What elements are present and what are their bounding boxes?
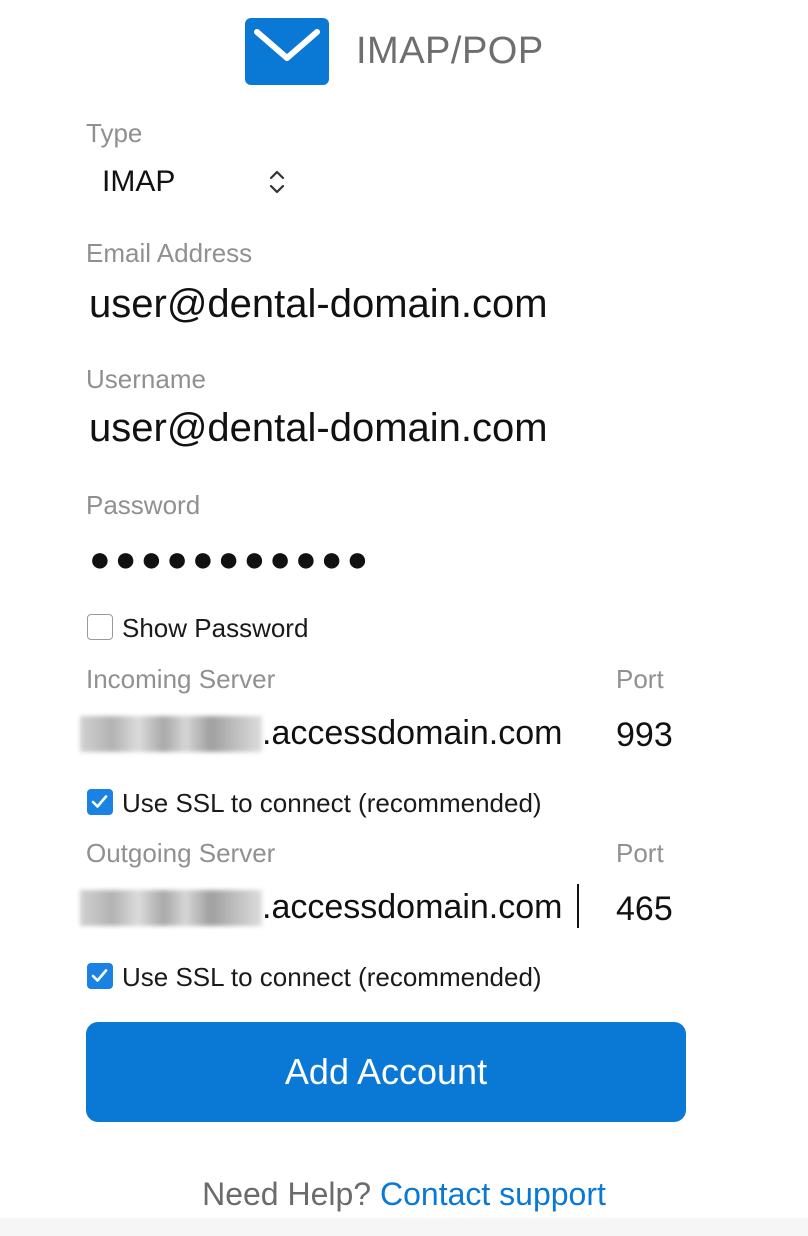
outgoing-ssl-label[interactable]: Use SSL to connect (recommended) bbox=[122, 962, 542, 993]
type-select-value: IMAP bbox=[102, 165, 176, 198]
email-field[interactable]: user@dental-domain.com bbox=[89, 282, 548, 327]
incoming-ssl-checkbox[interactable] bbox=[87, 789, 113, 815]
type-label: Type bbox=[86, 118, 143, 148]
show-password-checkbox[interactable] bbox=[87, 614, 113, 640]
email-label: Email Address bbox=[86, 238, 253, 268]
up-down-chevron-icon bbox=[268, 168, 286, 201]
outgoing-port-field[interactable]: 465 bbox=[616, 890, 673, 929]
help-prefix: Need Help? bbox=[202, 1176, 372, 1212]
help-footer: Need Help? Contact support bbox=[0, 1176, 808, 1213]
incoming-server-field[interactable]: .accessdomain.com bbox=[262, 714, 562, 753]
username-label: Username bbox=[86, 364, 206, 394]
incoming-server-label: Incoming Server bbox=[86, 664, 276, 694]
outgoing-ssl-checkbox[interactable] bbox=[87, 963, 113, 989]
redacted-server-prefix bbox=[80, 716, 262, 752]
incoming-port-field[interactable]: 993 bbox=[616, 716, 673, 755]
outgoing-server-label: Outgoing Server bbox=[86, 838, 276, 868]
password-field[interactable]: ●●●●●●●●●●● bbox=[89, 538, 372, 580]
page-title: IMAP/POP bbox=[356, 30, 544, 72]
add-account-button[interactable]: Add Account bbox=[86, 1022, 686, 1122]
outgoing-server-field[interactable]: .accessdomain.com bbox=[262, 888, 562, 927]
incoming-ssl-label[interactable]: Use SSL to connect (recommended) bbox=[122, 788, 542, 819]
password-label: Password bbox=[86, 490, 201, 520]
type-select[interactable]: IMAP bbox=[86, 158, 306, 206]
show-password-label[interactable]: Show Password bbox=[122, 613, 308, 644]
incoming-port-label: Port bbox=[616, 664, 664, 694]
redacted-server-prefix bbox=[80, 890, 262, 926]
contact-support-link[interactable]: Contact support bbox=[380, 1176, 606, 1212]
username-field[interactable]: user@dental-domain.com bbox=[89, 406, 548, 451]
envelope-icon bbox=[245, 18, 329, 85]
outgoing-port-label: Port bbox=[616, 838, 664, 868]
bottom-strip bbox=[0, 1218, 808, 1236]
text-cursor bbox=[577, 884, 579, 928]
